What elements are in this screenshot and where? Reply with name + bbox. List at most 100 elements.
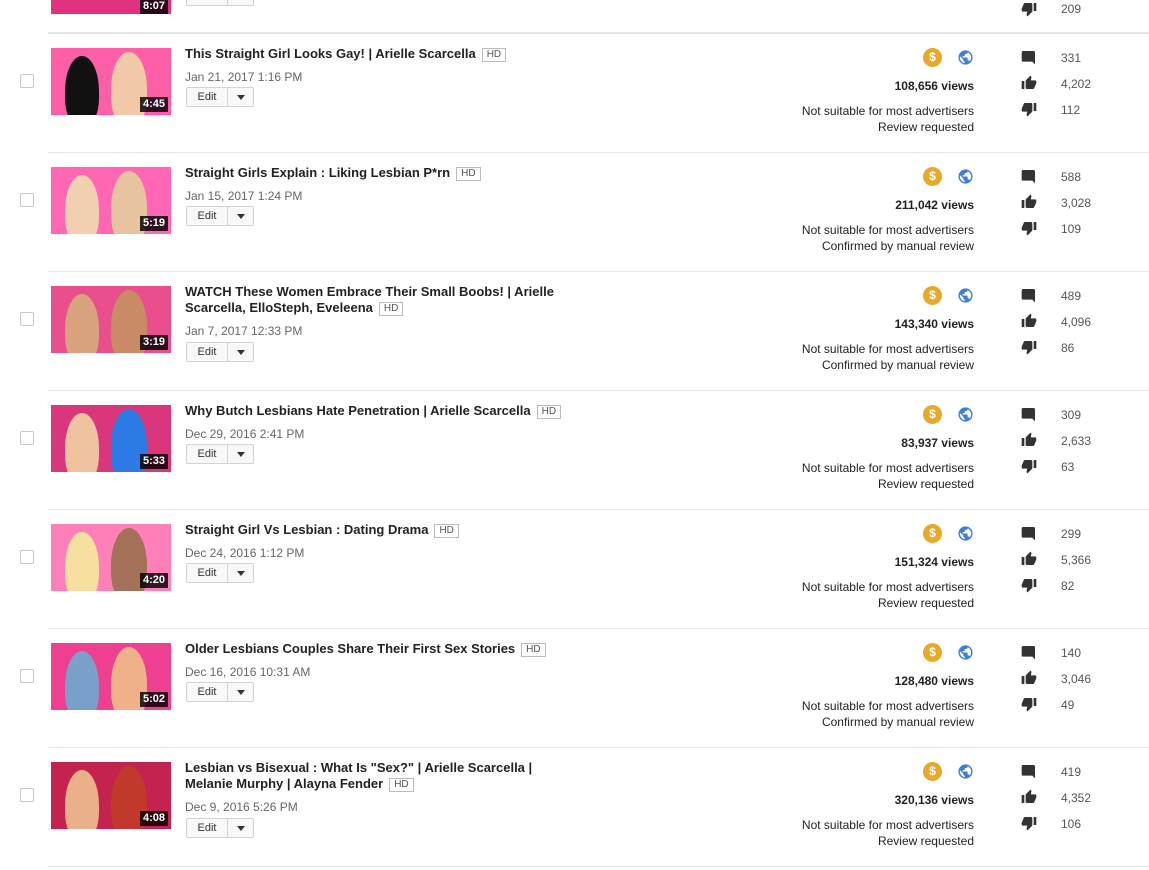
video-thumbnail[interactable]: 4:45 bbox=[51, 48, 171, 115]
like-icon[interactable] bbox=[1020, 75, 1038, 91]
like-count: 3,028 bbox=[1061, 196, 1092, 210]
globe-icon[interactable] bbox=[957, 644, 974, 661]
edit-dropdown-caret[interactable] bbox=[228, 445, 253, 463]
monetization-icon[interactable]: $ bbox=[923, 643, 942, 662]
dislike-icon[interactable] bbox=[1020, 101, 1038, 117]
video-title[interactable]: Straight Girls Explain : Liking Lesbian … bbox=[185, 165, 565, 181]
comment-icon[interactable] bbox=[1020, 525, 1038, 541]
comment-icon[interactable] bbox=[1020, 49, 1038, 65]
video-title[interactable]: Why Butch Lesbians Hate Penetration | Ar… bbox=[185, 403, 565, 419]
globe-icon[interactable] bbox=[957, 168, 974, 185]
video-thumbnail[interactable]: 4:08 bbox=[51, 762, 171, 829]
partial-edit-button[interactable] bbox=[186, 0, 254, 6]
like-icon[interactable] bbox=[1020, 789, 1038, 805]
monetization-status-line2: Review requested bbox=[877, 834, 974, 848]
globe-icon[interactable] bbox=[957, 763, 974, 780]
edit-button[interactable]: Edit bbox=[186, 444, 254, 464]
video-select-checkbox[interactable] bbox=[20, 550, 34, 564]
dislike-icon[interactable] bbox=[1020, 815, 1038, 831]
like-icon[interactable] bbox=[1020, 432, 1038, 448]
edit-dropdown-caret[interactable] bbox=[228, 819, 253, 837]
chevron-down-icon bbox=[236, 825, 245, 831]
edit-button-label[interactable]: Edit bbox=[187, 207, 228, 225]
video-thumbnail[interactable]: 4:20 bbox=[51, 524, 171, 591]
dislike-icon[interactable] bbox=[1020, 577, 1038, 593]
video-thumbnail[interactable]: 3:19 bbox=[51, 286, 171, 353]
partial-thumbnail[interactable]: 8:07 bbox=[51, 0, 171, 14]
like-count: 4,352 bbox=[1061, 791, 1092, 805]
video-title[interactable]: Older Lesbians Couples Share Their First… bbox=[185, 641, 565, 657]
edit-button-label[interactable]: Edit bbox=[187, 343, 228, 361]
video-title-text[interactable]: Straight Girl Vs Lesbian : Dating Drama bbox=[185, 522, 428, 537]
video-duration: 4:45 bbox=[139, 97, 168, 112]
video-thumbnail[interactable]: 5:19 bbox=[51, 167, 171, 234]
video-select-checkbox[interactable] bbox=[20, 431, 34, 445]
dislike-icon[interactable] bbox=[1020, 220, 1038, 236]
edit-button-label[interactable]: Edit bbox=[187, 683, 228, 701]
video-select-checkbox[interactable] bbox=[20, 74, 34, 88]
video-title-text[interactable]: This Straight Girl Looks Gay! | Arielle … bbox=[185, 46, 476, 61]
video-title[interactable]: WATCH These Women Embrace Their Small Bo… bbox=[185, 284, 565, 316]
edit-dropdown-caret[interactable] bbox=[228, 88, 253, 106]
thumbnail-figure bbox=[65, 294, 99, 353]
like-icon[interactable] bbox=[1020, 551, 1038, 567]
edit-dropdown-caret[interactable] bbox=[228, 564, 253, 582]
video-select-checkbox[interactable] bbox=[20, 669, 34, 683]
monetization-icon[interactable]: $ bbox=[923, 524, 942, 543]
video-title-text[interactable]: Straight Girls Explain : Liking Lesbian … bbox=[185, 165, 450, 180]
edit-button[interactable]: Edit bbox=[186, 87, 254, 107]
like-count: 4,096 bbox=[1061, 315, 1092, 329]
video-select-checkbox[interactable] bbox=[20, 788, 34, 802]
video-title-text[interactable]: Older Lesbians Couples Share Their First… bbox=[185, 641, 515, 656]
dislike-icon[interactable] bbox=[1020, 458, 1038, 474]
edit-button-label[interactable]: Edit bbox=[187, 88, 228, 106]
monetization-icon[interactable]: $ bbox=[923, 48, 942, 67]
comment-icon[interactable] bbox=[1020, 287, 1038, 303]
dislike-icon[interactable] bbox=[1020, 696, 1038, 712]
globe-icon[interactable] bbox=[957, 525, 974, 542]
video-title-text[interactable]: Lesbian vs Bisexual : What Is "Sex?" | A… bbox=[185, 760, 532, 791]
comment-icon[interactable] bbox=[1020, 406, 1038, 422]
video-title[interactable]: Lesbian vs Bisexual : What Is "Sex?" | A… bbox=[185, 760, 565, 792]
monetization-icon[interactable]: $ bbox=[923, 762, 942, 781]
video-date: Dec 16, 2016 10:31 AM bbox=[185, 665, 311, 679]
video-duration: 5:19 bbox=[139, 216, 168, 231]
globe-icon[interactable] bbox=[957, 49, 974, 66]
video-thumbnail[interactable]: 5:33 bbox=[51, 405, 171, 472]
thumbnail-figure bbox=[65, 770, 99, 829]
video-title[interactable]: This Straight Girl Looks Gay! | Arielle … bbox=[185, 46, 565, 62]
comment-icon[interactable] bbox=[1020, 763, 1038, 779]
like-icon[interactable] bbox=[1020, 670, 1038, 686]
monetization-icon[interactable]: $ bbox=[923, 286, 942, 305]
edit-button[interactable]: Edit bbox=[186, 342, 254, 362]
edit-button-label[interactable]: Edit bbox=[187, 819, 228, 837]
edit-button[interactable]: Edit bbox=[186, 682, 254, 702]
monetization-status-line2: Review requested bbox=[877, 596, 974, 610]
video-select-checkbox[interactable] bbox=[20, 193, 34, 207]
globe-icon[interactable] bbox=[957, 287, 974, 304]
edit-button[interactable]: Edit bbox=[186, 818, 254, 838]
like-icon[interactable] bbox=[1020, 313, 1038, 329]
view-count: 128,480 views bbox=[894, 674, 974, 688]
edit-dropdown-caret[interactable] bbox=[228, 343, 253, 361]
edit-button[interactable]: Edit bbox=[186, 206, 254, 226]
video-title-text[interactable]: Why Butch Lesbians Hate Penetration | Ar… bbox=[185, 403, 531, 418]
video-select-checkbox[interactable] bbox=[20, 312, 34, 326]
edit-button[interactable]: Edit bbox=[186, 563, 254, 583]
edit-dropdown-caret[interactable] bbox=[228, 207, 253, 225]
dislike-icon[interactable] bbox=[1020, 339, 1038, 355]
like-icon[interactable] bbox=[1020, 194, 1038, 210]
video-row: 5:19 Straight Girls Explain : Liking Les… bbox=[0, 153, 1149, 272]
monetization-icon[interactable]: $ bbox=[923, 405, 942, 424]
video-date: Dec 24, 2016 1:12 PM bbox=[185, 546, 305, 560]
video-title[interactable]: Straight Girl Vs Lesbian : Dating Drama H… bbox=[185, 522, 565, 538]
edit-button-label[interactable]: Edit bbox=[187, 445, 228, 463]
monetization-icon[interactable]: $ bbox=[923, 167, 942, 186]
video-thumbnail[interactable]: 5:02 bbox=[51, 643, 171, 710]
video-title-text[interactable]: WATCH These Women Embrace Their Small Bo… bbox=[185, 284, 554, 315]
comment-icon[interactable] bbox=[1020, 644, 1038, 660]
comment-icon[interactable] bbox=[1020, 168, 1038, 184]
globe-icon[interactable] bbox=[957, 406, 974, 423]
edit-button-label[interactable]: Edit bbox=[187, 564, 228, 582]
edit-dropdown-caret[interactable] bbox=[228, 683, 253, 701]
